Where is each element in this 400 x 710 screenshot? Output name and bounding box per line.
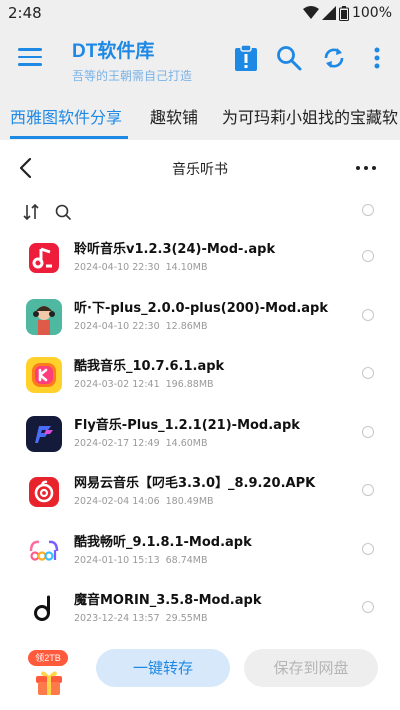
file-size: 14.60MB [165,437,208,449]
file-date: 2024-04-10 22:30 [74,320,160,332]
tab-qurunpu[interactable]: 趣软铺 [150,104,198,128]
file-meta: 2024-04-10 22:30 14.10MB [74,262,208,273]
clipboard-alert-icon[interactable] [232,44,260,72]
file-size: 12.86MB [165,320,208,332]
more-vert-icon[interactable] [363,44,391,72]
gift-promo[interactable]: 领2TB [28,650,72,700]
search-icon[interactable] [54,203,72,221]
list-item[interactable]: 聆听音乐v1.2.3(24)-Mod-.apk 2024-04-10 22:30… [0,230,400,289]
file-name: 酷我畅听_9.1.8.1-Mod.apk [74,534,252,550]
list-item[interactable]: 魔音MORIN_3.5.8-Mod.apk 2023-12-24 13:57 29… [0,581,400,640]
file-name: 魔音MORIN_3.5.8-Mod.apk [74,593,262,608]
file-size: 29.55MB [165,613,208,624]
row-checkbox[interactable] [362,250,374,262]
tab-bar: 西雅图软件分享 趣软铺 为可玛莉小姐找的宝藏软 [0,92,400,140]
bottom-action-bar: 领2TB 一键转存 保存到网盘 [0,640,400,710]
tab-indicator [10,136,128,139]
lingting-music-icon [26,240,62,276]
folder-header: 音乐听书 [0,146,400,190]
row-checkbox[interactable] [362,425,374,438]
tingxia-icon [26,298,62,335]
file-meta: 2024-02-04 14:06 180.49MB [74,496,214,507]
sort-icon[interactable] [22,203,40,221]
refresh-icon[interactable] [320,44,348,72]
file-size: 180.49MB [165,496,214,507]
select-all-checkbox[interactable] [362,204,374,216]
status-indicators: 100% [302,5,392,21]
file-size: 196.88MB [165,379,214,390]
folder-title: 音乐听书 [172,162,228,178]
list-toolbar [0,196,400,228]
row-checkbox[interactable] [362,542,374,555]
file-name: 网易云音乐【叼毛3.3.0】_8.9.20.APK [74,476,316,491]
status-bar: 2:48 100% [0,0,400,28]
file-name: 酷我音乐_10.7.6.1.apk [74,359,225,374]
list-item[interactable]: 网易云音乐【叼毛3.3.0】_8.9.20.APK 2024-02-04 14:… [0,464,400,523]
app-bar: DT软件库 吾等的王朝需自己打造 [0,28,400,92]
file-date: 2023-12-24 13:57 [74,613,160,624]
file-meta: 2023-12-24 13:57 29.55MB [74,613,208,624]
save-to-drive-button[interactable]: 保存到网盘 [244,649,378,687]
morin-icon [26,591,62,627]
search-icon[interactable] [275,44,303,72]
row-checkbox[interactable] [362,484,374,496]
file-size: 14.10MB [165,262,208,273]
row-checkbox[interactable] [362,308,374,321]
file-meta: 2024-02-17 12:49 14.60MB [74,438,208,449]
tab-xiyatu[interactable]: 西雅图软件分享 [10,104,122,128]
save-all-button[interactable]: 一键转存 [96,649,230,687]
gift-badge: 领2TB [28,650,68,666]
battery-percent: 100% [351,5,392,21]
file-name: 听·下-plus_2.0.0-plus(200)-Mod.apk [74,300,329,316]
file-size: 68.74MB [165,554,208,566]
fly-music-icon [26,415,62,452]
list-item[interactable]: 酷我畅听_9.1.8.1-Mod.apk 2024-01-10 15:13 68.… [0,523,400,582]
list-item[interactable]: Fly音乐-Plus_1.2.1(21)-Mod.apk 2024-02-17 … [0,406,400,465]
list-item[interactable]: 听·下-plus_2.0.0-plus(200)-Mod.apk 2024-04… [0,289,400,348]
file-meta: 2024-03-02 12:41 196.88MB [74,379,214,390]
more-horiz-icon[interactable] [354,158,378,178]
gift-box-icon [36,671,62,695]
app-title: DT软件库 [72,41,155,62]
app-subtitle: 吾等的王朝需自己打造 [72,69,193,83]
cell-signal-icon [321,6,336,20]
file-date: 2024-03-02 12:41 [74,379,160,390]
file-date: 2024-02-17 12:49 [74,437,160,449]
file-date: 2024-01-10 15:13 [74,554,160,566]
file-list: 聆听音乐v1.2.3(24)-Mod-.apk 2024-04-10 22:30… [0,230,400,640]
file-name: Fly音乐-Plus_1.2.1(21)-Mod.apk [74,417,300,433]
list-item[interactable]: 酷我音乐_10.7.6.1.apk 2024-03-02 12:41 196.88… [0,347,400,406]
file-name: 聆听音乐v1.2.3(24)-Mod-.apk [74,242,276,257]
netease-music-icon [26,474,62,510]
kuwo-music-icon [26,357,62,393]
status-time: 2:48 [8,4,42,22]
file-meta: 2024-04-10 22:30 12.86MB [74,321,208,332]
battery-icon [338,5,349,21]
row-checkbox[interactable] [362,367,374,379]
kuwo-changting-icon [26,532,62,569]
file-meta: 2024-01-10 15:13 68.74MB [74,555,208,566]
tab-baozang[interactable]: 为可玛莉小姐找的宝藏软 [222,104,398,128]
wifi-icon [302,6,319,19]
row-checkbox[interactable] [362,601,374,613]
file-date: 2024-04-10 22:30 [74,262,160,273]
menu-icon[interactable] [18,48,42,68]
file-date: 2024-02-04 14:06 [74,496,160,507]
